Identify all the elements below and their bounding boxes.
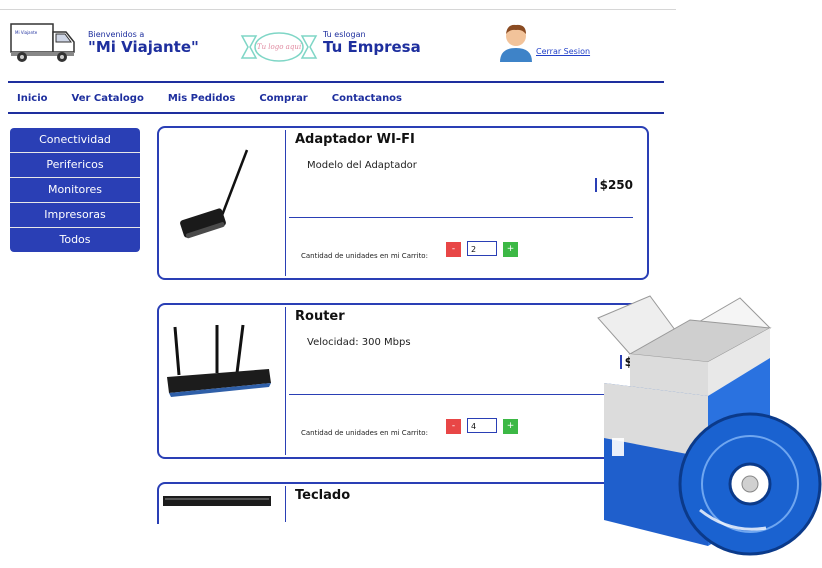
user-avatar-icon [498,22,534,62]
card-divider-vertical [285,486,286,522]
quantity-input[interactable]: 2 [467,241,497,256]
keyboard-image [159,484,285,524]
sidebar-item-impresoras[interactable]: Impresoras [10,203,140,228]
product-title: Router [295,309,345,324]
product-description: Modelo del Adaptador [307,160,417,171]
welcome-block: Bienvenidos a "Mi Viajante" [88,30,199,56]
nav-item-comprar[interactable]: Comprar [259,93,307,104]
company-logo: Tu logo aquí [240,30,318,64]
nav-item-mis-pedidos[interactable]: Mis Pedidos [168,93,236,104]
main-nav: Inicio Ver Catalogo Mis Pedidos Comprar … [17,93,426,104]
sidebar-item-conectividad[interactable]: Conectividad [10,128,140,153]
product-title: Teclado [295,488,351,503]
product-card: Router Velocidad: 300 Mbps $ Cantidad de… [157,303,649,459]
welcome-title: "Mi Viajante" [88,38,199,56]
quantity-label: Cantidad de unidades en mi Carrito: [301,252,428,260]
card-divider-vertical [285,130,286,276]
nav-item-ver-catalogo[interactable]: Ver Catalogo [72,93,144,104]
wifi-adapter-image [159,128,285,278]
product-description: Velocidad: 300 Mbps [307,337,411,348]
router-image [159,305,285,457]
nav-bottom-divider [8,112,664,114]
top-divider [0,9,676,10]
sidebar-item-monitores[interactable]: Monitores [10,178,140,203]
slogan-block: Tu eslogan Tu Empresa [323,30,421,56]
logout-link[interactable]: Cerrar Sesion [536,47,590,56]
sidebar-item-todos[interactable]: Todos [10,228,140,252]
logo-text: Tu logo aquí [257,43,302,51]
decrease-quantity-button[interactable]: - [446,242,461,257]
product-card: Adaptador WI-FI Modelo del Adaptador $25… [157,126,649,280]
card-divider-horizontal [289,217,633,218]
increase-quantity-button[interactable]: + [503,242,518,257]
sidebar-item-perifericos[interactable]: Perifericos [10,153,140,178]
card-divider-horizontal [289,394,633,395]
slogan-title: Tu Empresa [323,38,421,56]
category-sidebar: Conectividad Perifericos Monitores Impre… [10,128,140,252]
increase-quantity-button[interactable]: + [503,419,518,434]
product-price: $250 [594,178,633,192]
quantity-input[interactable]: 4 [467,418,497,433]
truck-text: Mi Viajante [15,30,38,35]
quantity-label: Cantidad de unidades en mi Carrito: [301,429,428,437]
nav-item-contactanos[interactable]: Contactanos [332,93,402,104]
card-divider-vertical [285,307,286,455]
nav-top-divider [8,81,664,83]
truck-logo: Mi Viajante [10,20,78,64]
product-card: Teclado [157,482,649,524]
decrease-quantity-button[interactable]: - [446,419,461,434]
product-title: Adaptador WI-FI [295,132,415,147]
software-box-icon [590,288,822,564]
nav-item-inicio[interactable]: Inicio [17,93,48,104]
